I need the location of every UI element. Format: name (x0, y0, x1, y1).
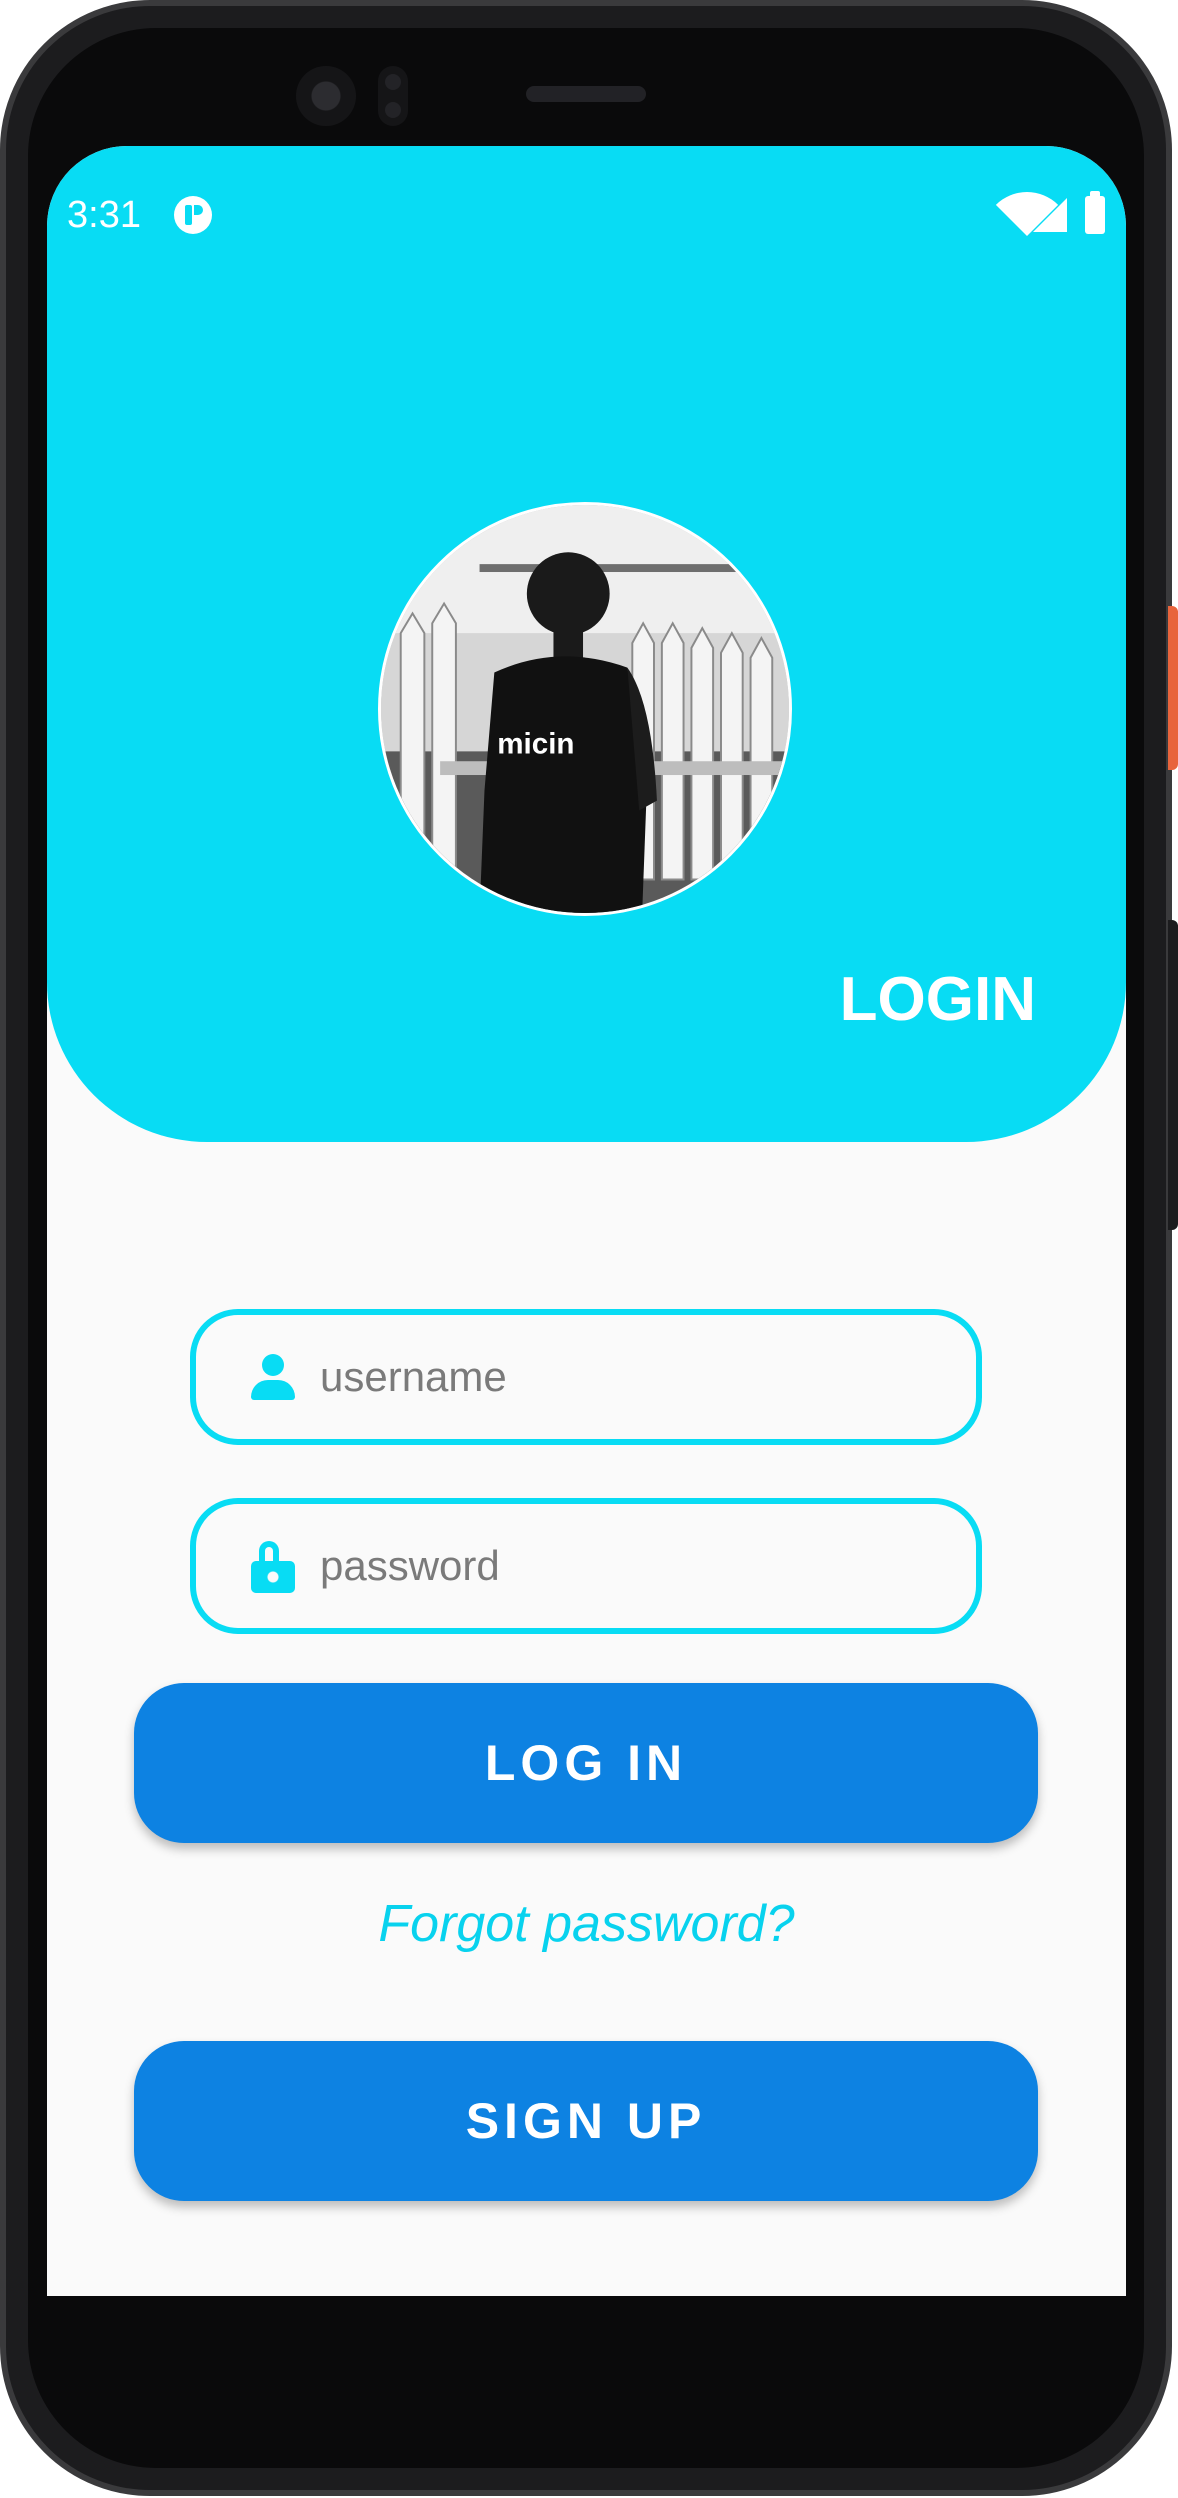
screen: 3:31 micin LOGIN username LOG IN Forgot … (47, 146, 1126, 2296)
proximity-sensor (378, 66, 408, 126)
signal-icon (1033, 198, 1067, 232)
front-camera (296, 66, 356, 126)
login-button[interactable]: LOG IN (134, 1683, 1038, 1843)
lock-icon (248, 1541, 298, 1593)
profile-avatar: micin (378, 502, 792, 916)
page-title: LOGIN (839, 965, 1036, 1034)
forgot-password-link[interactable]: Forgot password? (47, 1894, 1126, 1954)
username-field[interactable] (190, 1309, 982, 1445)
signup-button[interactable]: SIGN UP (134, 2041, 1038, 2201)
status-time: 3:31 (67, 194, 141, 236)
avatar-shirt-text: micin (497, 727, 574, 760)
login-header: 3:31 micin LOGIN (47, 146, 1126, 1142)
password-input[interactable] (318, 1503, 976, 1629)
earpiece-speaker (526, 86, 646, 102)
app-notification-icon (174, 196, 212, 234)
battery-icon (1085, 191, 1105, 234)
person-icon (248, 1352, 298, 1402)
username-input[interactable] (318, 1314, 976, 1440)
power-button (1168, 606, 1178, 770)
volume-rocker (1168, 920, 1178, 1230)
password-field[interactable] (190, 1498, 982, 1634)
